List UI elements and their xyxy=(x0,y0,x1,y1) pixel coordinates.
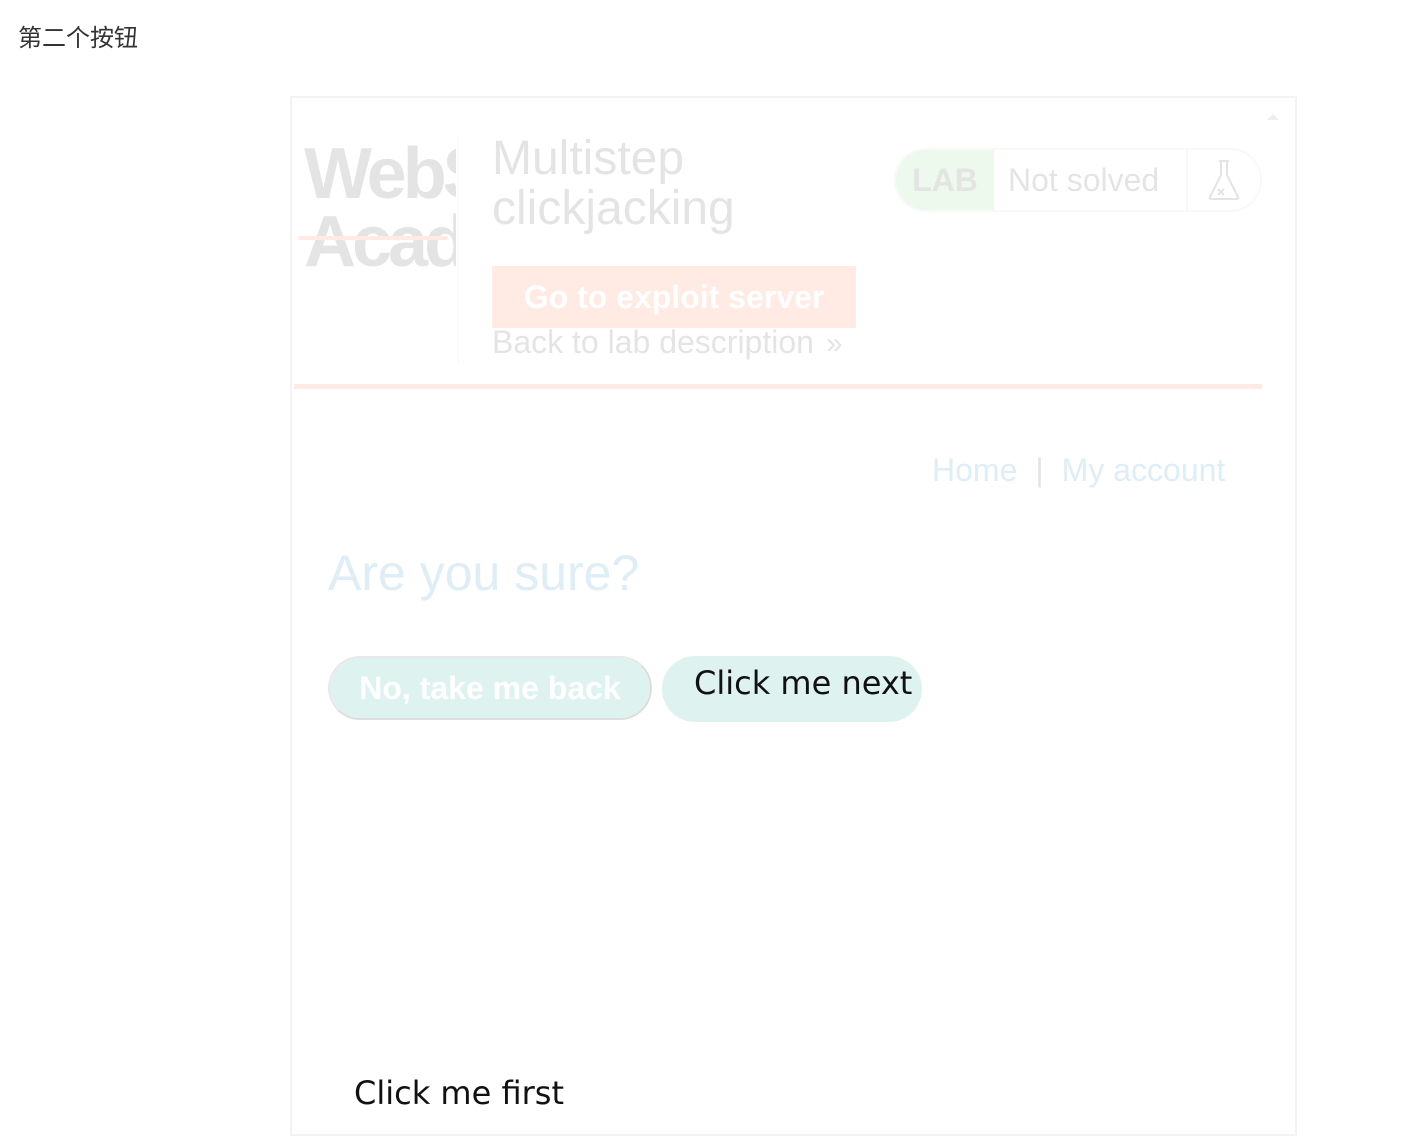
target-iframe[interactable]: WebSecurity Academy Multistep clickjacki… xyxy=(290,96,1297,1136)
top-nav: Home | My account xyxy=(932,452,1225,489)
lab-title: Multistep clickjacking xyxy=(492,132,735,235)
page-caption: 第二个按钮 xyxy=(18,24,138,52)
logo-underline xyxy=(298,236,448,240)
decoy-click-me-first[interactable]: Click me first xyxy=(354,1074,564,1112)
scroll-up-arrow-icon[interactable] xyxy=(1267,114,1279,120)
lab-status-widget: LAB Not solved xyxy=(894,148,1262,212)
nav-separator: | xyxy=(1035,452,1044,488)
header-rule xyxy=(294,384,1262,389)
back-to-lab-description-link[interactable]: Back to lab description » xyxy=(492,324,843,361)
no-take-me-back-button[interactable]: No, take me back xyxy=(328,656,652,720)
back-link-label: Back to lab description xyxy=(492,324,814,360)
status-tag: LAB xyxy=(896,150,994,210)
double-chevron-right-icon: » xyxy=(825,327,843,360)
academy-logo: WebSecurity Academy xyxy=(304,140,456,280)
nav-home-link[interactable]: Home xyxy=(932,452,1017,488)
flask-icon xyxy=(1188,150,1260,210)
go-to-exploit-server-button[interactable]: Go to exploit server xyxy=(492,266,856,328)
status-text: Not solved xyxy=(994,150,1188,210)
header-divider xyxy=(458,134,459,364)
decoy-click-me-next[interactable]: Click me next xyxy=(694,664,912,702)
logo-line-1: WebSecurity xyxy=(304,140,456,214)
logo-line-2: Academy xyxy=(304,202,456,280)
confirmation-heading: Are you sure? xyxy=(328,545,640,601)
nav-my-account-link[interactable]: My account xyxy=(1062,452,1226,488)
